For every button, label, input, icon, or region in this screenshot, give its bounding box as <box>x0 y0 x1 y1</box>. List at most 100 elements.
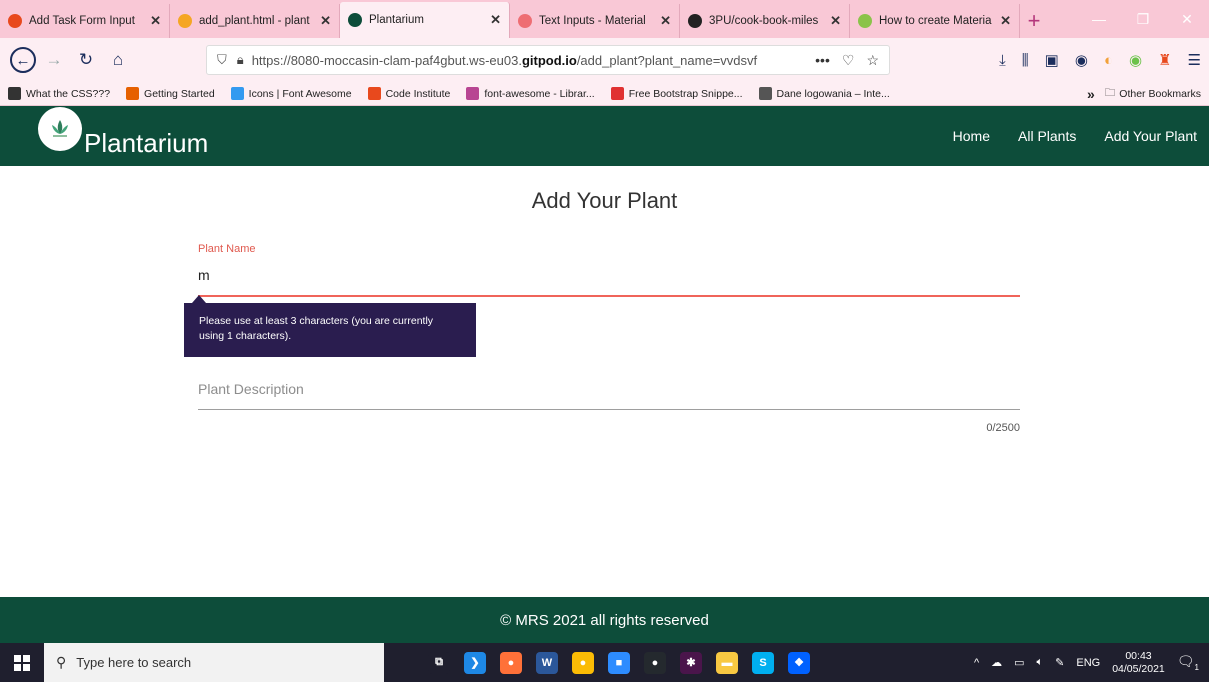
page-title: Add Your Plant <box>531 188 678 213</box>
skype-icon[interactable]: S <box>752 651 774 674</box>
start-button[interactable] <box>0 643 44 682</box>
firefox-icon[interactable]: ● <box>500 651 522 674</box>
browser-tab[interactable]: Text Inputs - Material ✕ <box>510 4 680 38</box>
tab-favicon-icon <box>348 13 362 27</box>
menu-icon[interactable]: ☰ <box>1188 51 1201 69</box>
plant-name-input[interactable]: m <box>198 267 210 283</box>
tab-close-icon[interactable]: ✕ <box>660 13 671 29</box>
tab-close-icon[interactable]: ✕ <box>490 12 501 28</box>
windows-logo-icon <box>14 654 30 671</box>
account-icon[interactable]: ◉ <box>1075 51 1088 69</box>
nav-add-plant-link[interactable]: Add Your Plant <box>1104 128 1197 144</box>
extension-fox-icon[interactable]: ♜ <box>1158 51 1171 69</box>
chrome-icon[interactable]: ● <box>572 651 594 674</box>
character-counter: 0/2500 <box>986 422 1020 434</box>
github-icon[interactable]: ● <box>644 651 666 674</box>
clock-date: 04/05/2021 <box>1112 662 1165 675</box>
sidebar-icon[interactable]: ▣ <box>1045 51 1059 69</box>
tab-close-icon[interactable]: ✕ <box>1000 13 1011 29</box>
url-text[interactable]: https://8080-moccasin-clam-paf4gbut.ws-e… <box>252 53 815 68</box>
tab-close-icon[interactable]: ✕ <box>150 13 161 29</box>
bookmark-favicon-icon <box>758 87 772 100</box>
plant-description-input[interactable]: Plant Description <box>198 381 304 397</box>
battery-icon[interactable]: ▭ <box>1014 656 1024 669</box>
bookmarks-right: » 🗀 Other Bookmarks <box>1087 85 1201 103</box>
bookmark-item[interactable]: What the CSS??? <box>8 87 110 100</box>
home-button[interactable]: ⌂ <box>104 46 132 74</box>
notifications-icon[interactable]: 🗨︎1 <box>1177 653 1199 672</box>
forward-button[interactable]: → <box>40 46 68 74</box>
bookmark-label: font-awesome - Librar... <box>484 87 595 100</box>
footer-copyright: © MRS 2021 all rights reserved <box>500 611 709 629</box>
bookmark-favicon-icon <box>466 87 480 100</box>
bookmark-item[interactable]: Getting Started <box>126 87 215 100</box>
search-icon: ⚲ <box>56 654 67 670</box>
bookmark-list: What the CSS??? Getting Started Icons | Fo… <box>8 87 906 100</box>
plant-description-underline <box>198 409 1020 410</box>
folder-icon: 🗀 <box>1104 86 1116 99</box>
pen-icon[interactable]: ✎ <box>1055 656 1064 669</box>
vscode-icon[interactable]: ❯ <box>464 651 486 674</box>
reload-icon: ↻ <box>78 50 94 69</box>
lock-icon[interactable]: 🔒︎ <box>237 52 244 68</box>
slack-icon[interactable]: ✱ <box>680 651 702 674</box>
download-icon[interactable]: ⤓ <box>999 52 1006 69</box>
system-tray: ^ ☁ ▭ 🔈︎ ✎ ENG 00:43 04/05/2021 🗨︎1 <box>974 643 1199 682</box>
bookmark-item[interactable]: Free Bootstrap Snippe... <box>610 87 743 100</box>
bookmark-label: What the CSS??? <box>26 87 111 100</box>
tab-title: 3PU/cook-book-miles <box>709 15 819 27</box>
dropbox-icon[interactable]: ❖ <box>788 651 810 674</box>
library-icon[interactable]: ⫼ <box>1022 52 1029 69</box>
extension-orange-icon[interactable]: ◐ <box>1104 52 1113 69</box>
maximize-button[interactable]: ❐ <box>1121 0 1165 38</box>
site-logo[interactable] <box>38 107 82 151</box>
bookmark-item[interactable]: Dane logowania – Inte... <box>758 87 890 100</box>
bookmarks-bar: What the CSS??? Getting Started Icons | Fo… <box>0 82 1209 106</box>
taskbar-search[interactable]: ⚲ Type here to search <box>44 643 384 682</box>
close-window-button[interactable]: ✕ <box>1165 0 1209 38</box>
other-bookmarks-folder[interactable]: 🗀 Other Bookmarks <box>1105 85 1201 103</box>
pocket-icon[interactable]: ♡ <box>842 52 855 69</box>
bookmark-item[interactable]: Code Institute <box>367 87 451 100</box>
bookmark-label: Code Institute <box>385 87 451 100</box>
reload-button[interactable]: ↻ <box>72 46 100 74</box>
zoom-icon[interactable]: ■ <box>608 651 630 674</box>
new-tab-button[interactable]: + <box>1020 4 1048 38</box>
explorer-icon[interactable]: ▬ <box>716 651 738 674</box>
toolbar-icons: ⤓ ⫼ ▣ ◉ ◐ ◉ ♜ ☰ <box>999 51 1201 70</box>
network-icon[interactable]: ☁ <box>991 656 1002 669</box>
tab-close-icon[interactable]: ✕ <box>830 13 841 29</box>
bookmark-favicon-icon <box>8 87 21 100</box>
extension-green-icon[interactable]: ◉ <box>1129 51 1142 69</box>
browser-tab[interactable]: Add Task Form Input ✕ <box>0 4 170 38</box>
plant-name-underline <box>198 295 1020 297</box>
tray-chevron-icon[interactable]: ^ <box>974 657 979 669</box>
minimize-button[interactable]: — <box>1077 0 1121 38</box>
taskbar-clock[interactable]: 00:43 04/05/2021 <box>1112 650 1165 676</box>
browser-tab[interactable]: add_plant.html - plant ✕ <box>170 4 340 38</box>
browser-tab[interactable]: 3PU/cook-book-miles ✕ <box>680 4 850 38</box>
bookmark-item[interactable]: Icons | Font Awesome <box>230 87 352 100</box>
browser-tab[interactable]: How to create Materia ✕ <box>850 4 1020 38</box>
bookmark-star-icon[interactable]: ☆ <box>866 52 879 69</box>
tracking-shield-icon[interactable]: ⛉ <box>217 52 227 68</box>
browser-tab[interactable]: Plantarium ✕ <box>340 2 510 38</box>
volume-icon[interactable]: 🔈︎ <box>1037 656 1044 669</box>
address-bar[interactable]: ⛉ 🔒︎ https://8080-moccasin-clam-paf4gbut… <box>206 45 890 75</box>
tab-favicon-icon <box>518 14 532 28</box>
tab-favicon-icon <box>858 14 872 28</box>
nav-all-plants-link[interactable]: All Plants <box>1018 128 1076 144</box>
word-icon[interactable]: W <box>536 651 558 674</box>
bookmark-item[interactable]: font-awesome - Librar... <box>466 87 595 100</box>
bookmarks-overflow-button[interactable]: » <box>1087 86 1095 102</box>
taskbar-apps: ⧉ ❯ ● W ● ■ ● ✱ ▬ S ❖ <box>428 651 810 674</box>
language-indicator[interactable]: ENG <box>1076 657 1100 669</box>
task-view-icon[interactable]: ⧉ <box>428 651 450 674</box>
tab-close-icon[interactable]: ✕ <box>320 13 331 29</box>
home-icon: ⌂ <box>112 50 124 69</box>
lotus-logo-icon <box>52 120 68 137</box>
nav-home-link[interactable]: Home <box>953 128 990 144</box>
back-button[interactable]: ← <box>10 47 36 73</box>
site-brand[interactable]: Plantarium <box>84 128 208 159</box>
page-actions-button[interactable]: ••• <box>815 52 830 69</box>
